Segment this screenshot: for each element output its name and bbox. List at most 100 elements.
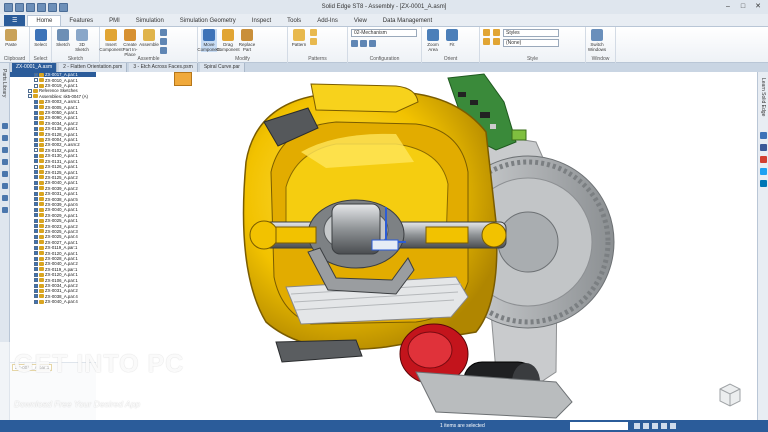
visibility-checkbox[interactable] [34,180,38,185]
tab-data-management[interactable]: Data Management [375,16,440,26]
visibility-checkbox[interactable] [34,121,38,126]
zoom-area-button[interactable]: Zoom Area [425,29,441,52]
doc-tab-etch[interactable]: 3 - Etch Across Faces.psm [129,63,198,72]
3d-sketch-button[interactable]: 3D Sketch [74,29,90,52]
visibility-checkbox[interactable] [34,202,38,207]
view-cube-icon[interactable] [716,381,744,407]
bottom-plate[interactable] [415,371,573,419]
tab-pmi[interactable]: PMI [101,16,128,26]
visibility-checkbox[interactable] [34,115,38,120]
twitter-icon[interactable] [760,168,767,175]
pan-icon[interactable] [661,423,667,429]
visibility-checkbox[interactable] [34,191,38,196]
visibility-checkbox[interactable] [34,278,38,283]
visibility-checkbox[interactable] [34,99,38,104]
layers-icon[interactable] [2,135,8,141]
visibility-checkbox[interactable] [34,153,38,158]
fit-button[interactable]: Fit [444,29,460,47]
shaded-edges-icon[interactable] [483,38,490,45]
facebook-icon[interactable] [760,144,767,151]
visibility-checkbox[interactable] [34,299,38,304]
visibility-checkbox[interactable] [34,272,38,277]
home-icon[interactable] [760,132,767,139]
tab-features[interactable]: Features [61,16,101,26]
pathfinder-icon[interactable] [2,123,8,129]
visibility-checkbox[interactable] [34,218,38,223]
visibility-checkbox[interactable] [34,245,38,250]
zoom-out-icon[interactable] [643,423,649,429]
visibility-checkbox[interactable] [34,148,38,153]
save-icon[interactable] [26,2,35,12]
visibility-checkbox[interactable] [34,240,38,245]
switch-windows-button[interactable]: Switch Windows [588,29,606,52]
visibility-checkbox[interactable] [28,94,32,99]
visibility-checkbox[interactable] [34,234,38,239]
maximize-button[interactable]: □ [737,2,749,11]
visibility-checkbox[interactable] [34,251,38,256]
visible-edges-icon[interactable] [493,29,500,36]
visibility-checkbox[interactable] [34,132,38,137]
settings-icon[interactable] [2,207,8,213]
select-button[interactable]: Select [33,29,48,47]
visibility-checkbox[interactable] [34,164,38,169]
wireframe-icon[interactable] [493,38,500,45]
tab-tools[interactable]: Tools [279,16,309,26]
visibility-checkbox[interactable] [34,207,38,212]
paste-button[interactable]: Paste [3,29,19,47]
insert-component-button[interactable]: Insert Component [99,29,123,52]
tab-simulation-geometry[interactable]: Simulation Geometry [172,16,244,26]
configuration-dropdown[interactable]: 02-Mechanism [351,29,417,37]
print-icon[interactable] [59,2,68,12]
tab-simulation[interactable]: Simulation [128,16,172,26]
minimize-button[interactable]: – [722,2,734,11]
shaded-icon[interactable] [483,29,490,36]
tree-row[interactable]: ZX-0040_A.par:4 [10,299,96,304]
redo-icon[interactable] [48,2,57,12]
visibility-checkbox[interactable] [34,213,38,218]
zoom-in-icon[interactable] [634,423,640,429]
family-icon[interactable] [2,171,8,177]
visibility-checkbox[interactable] [34,288,38,293]
align-icon[interactable] [160,38,167,45]
learn-solid-edge-tab[interactable]: Learn Solid Edge [760,78,766,116]
visibility-checkbox[interactable] [28,88,32,93]
file-tab[interactable]: ☰ [4,15,26,26]
tab-add-ins[interactable]: Add-Ins [309,16,346,26]
doc-tab-flatten[interactable]: 2 - Flatten Orientation.psm [59,63,128,72]
visibility-checkbox[interactable] [34,142,38,147]
styles-dropdown[interactable]: Styles [503,29,559,37]
doc-tab-spiral[interactable]: Spiral Curve.par [199,63,245,72]
properties-icon[interactable] [2,195,8,201]
sensors-icon[interactable] [2,159,8,165]
visibility-checkbox[interactable] [34,78,38,83]
drag-component-button[interactable]: Drag Component [216,29,240,52]
tab-inspect[interactable]: Inspect [244,16,279,26]
left-foot[interactable] [275,339,363,363]
fit-view-icon[interactable] [652,423,658,429]
visibility-checkbox[interactable] [34,83,38,88]
rotate-icon[interactable] [670,423,676,429]
move-component-button[interactable]: Move Component [197,29,221,52]
youtube-icon[interactable] [760,156,767,163]
visibility-checkbox[interactable] [34,175,38,180]
open-icon[interactable] [15,2,24,12]
config-save-icon[interactable] [351,40,358,47]
assemble-button[interactable]: Assemble [139,29,159,47]
tab-view[interactable]: View [346,16,375,26]
select-tools-icon[interactable] [2,147,8,153]
visibility-checkbox[interactable] [34,186,38,191]
visibility-checkbox[interactable] [34,224,38,229]
none-dropdown[interactable]: (None) [503,39,559,47]
visibility-checkbox[interactable] [34,170,38,175]
create-part-in-place-button[interactable]: Create Part In-Place [122,29,138,57]
sketch-button[interactable]: Sketch [55,29,71,47]
visibility-checkbox[interactable] [34,159,38,164]
visibility-checkbox[interactable] [34,229,38,234]
linkedin-icon[interactable] [760,180,767,187]
face-relate-icon[interactable] [310,38,317,45]
visibility-checkbox[interactable] [34,137,38,142]
visibility-checkbox[interactable] [34,110,38,115]
close-button[interactable]: ✕ [752,2,764,11]
visibility-checkbox[interactable] [34,72,38,77]
parts-library-tab[interactable]: Parts Library [1,69,7,97]
